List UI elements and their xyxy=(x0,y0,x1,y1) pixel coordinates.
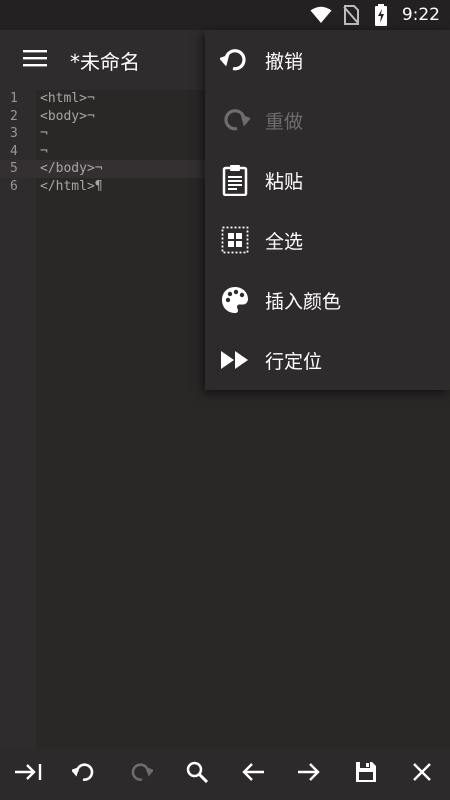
redo-icon xyxy=(129,761,154,787)
save-icon xyxy=(355,761,377,787)
line-number: 4 xyxy=(10,143,18,159)
no-sim-icon xyxy=(340,4,362,26)
bottom-toolbar xyxy=(0,748,450,800)
menu-item-label: 重做 xyxy=(265,110,304,133)
undo-icon xyxy=(205,30,265,90)
line-number: 6 xyxy=(10,178,18,194)
arrow-right-icon xyxy=(297,762,321,786)
menu-item-select-all[interactable]: 全选 xyxy=(205,210,450,270)
menu-item-label: 全选 xyxy=(265,230,304,253)
search-icon xyxy=(186,761,208,787)
line-code: <body>¬ xyxy=(40,108,95,124)
line-code: </body>¬ xyxy=(40,161,103,176)
close-icon xyxy=(413,763,431,785)
status-time: 9:22 xyxy=(401,5,440,25)
menu-item-label: 撤销 xyxy=(265,50,304,73)
menu-item-insert-color[interactable]: 插入颜色 xyxy=(205,270,450,330)
tab-icon xyxy=(14,763,42,785)
close-button[interactable] xyxy=(400,752,444,796)
menu-item-label: 行定位 xyxy=(265,350,323,373)
overflow-menu: 撤销 重做 粘贴 全选 插入颜色 行定位 xyxy=(205,30,450,390)
search-button[interactable] xyxy=(175,752,219,796)
line-number: 1 xyxy=(10,91,18,106)
palette-icon xyxy=(205,270,265,330)
line-number: 5 xyxy=(10,161,18,176)
arrow-left-button[interactable] xyxy=(231,752,275,796)
undo-button[interactable] xyxy=(62,752,106,796)
line-code: ¬ xyxy=(40,126,48,141)
menu-item-label: 插入颜色 xyxy=(265,290,342,313)
save-button[interactable] xyxy=(344,752,388,796)
line-code: </html>¶ xyxy=(40,178,103,194)
redo-button[interactable] xyxy=(119,752,163,796)
menu-item-paste[interactable]: 粘贴 xyxy=(205,150,450,210)
status-bar: 9:22 xyxy=(0,0,450,30)
line-code: <html>¬ xyxy=(40,91,95,106)
wifi-icon xyxy=(310,4,332,26)
menu-item-redo[interactable]: 重做 xyxy=(205,90,450,150)
hamburger-menu-icon xyxy=(23,49,47,71)
menu-item-goto-line[interactable]: 行定位 xyxy=(205,330,450,390)
menu-item-label: 粘贴 xyxy=(265,170,304,193)
undo-icon xyxy=(71,761,96,787)
menu-item-undo[interactable]: 撤销 xyxy=(205,30,450,90)
arrow-right-button[interactable] xyxy=(287,752,331,796)
indent-button[interactable] xyxy=(6,752,50,796)
redo-icon xyxy=(205,90,265,150)
menu-button[interactable] xyxy=(0,30,70,90)
line-number: 3 xyxy=(10,126,18,141)
battery-charging-icon xyxy=(370,4,392,26)
arrow-left-icon xyxy=(241,762,265,786)
select-all-icon xyxy=(205,210,265,270)
fast-forward-icon xyxy=(205,330,265,390)
line-number: 2 xyxy=(10,108,18,124)
paste-icon xyxy=(205,150,265,210)
line-code: ¬ xyxy=(40,143,48,159)
document-title: *未命名 xyxy=(70,49,140,74)
